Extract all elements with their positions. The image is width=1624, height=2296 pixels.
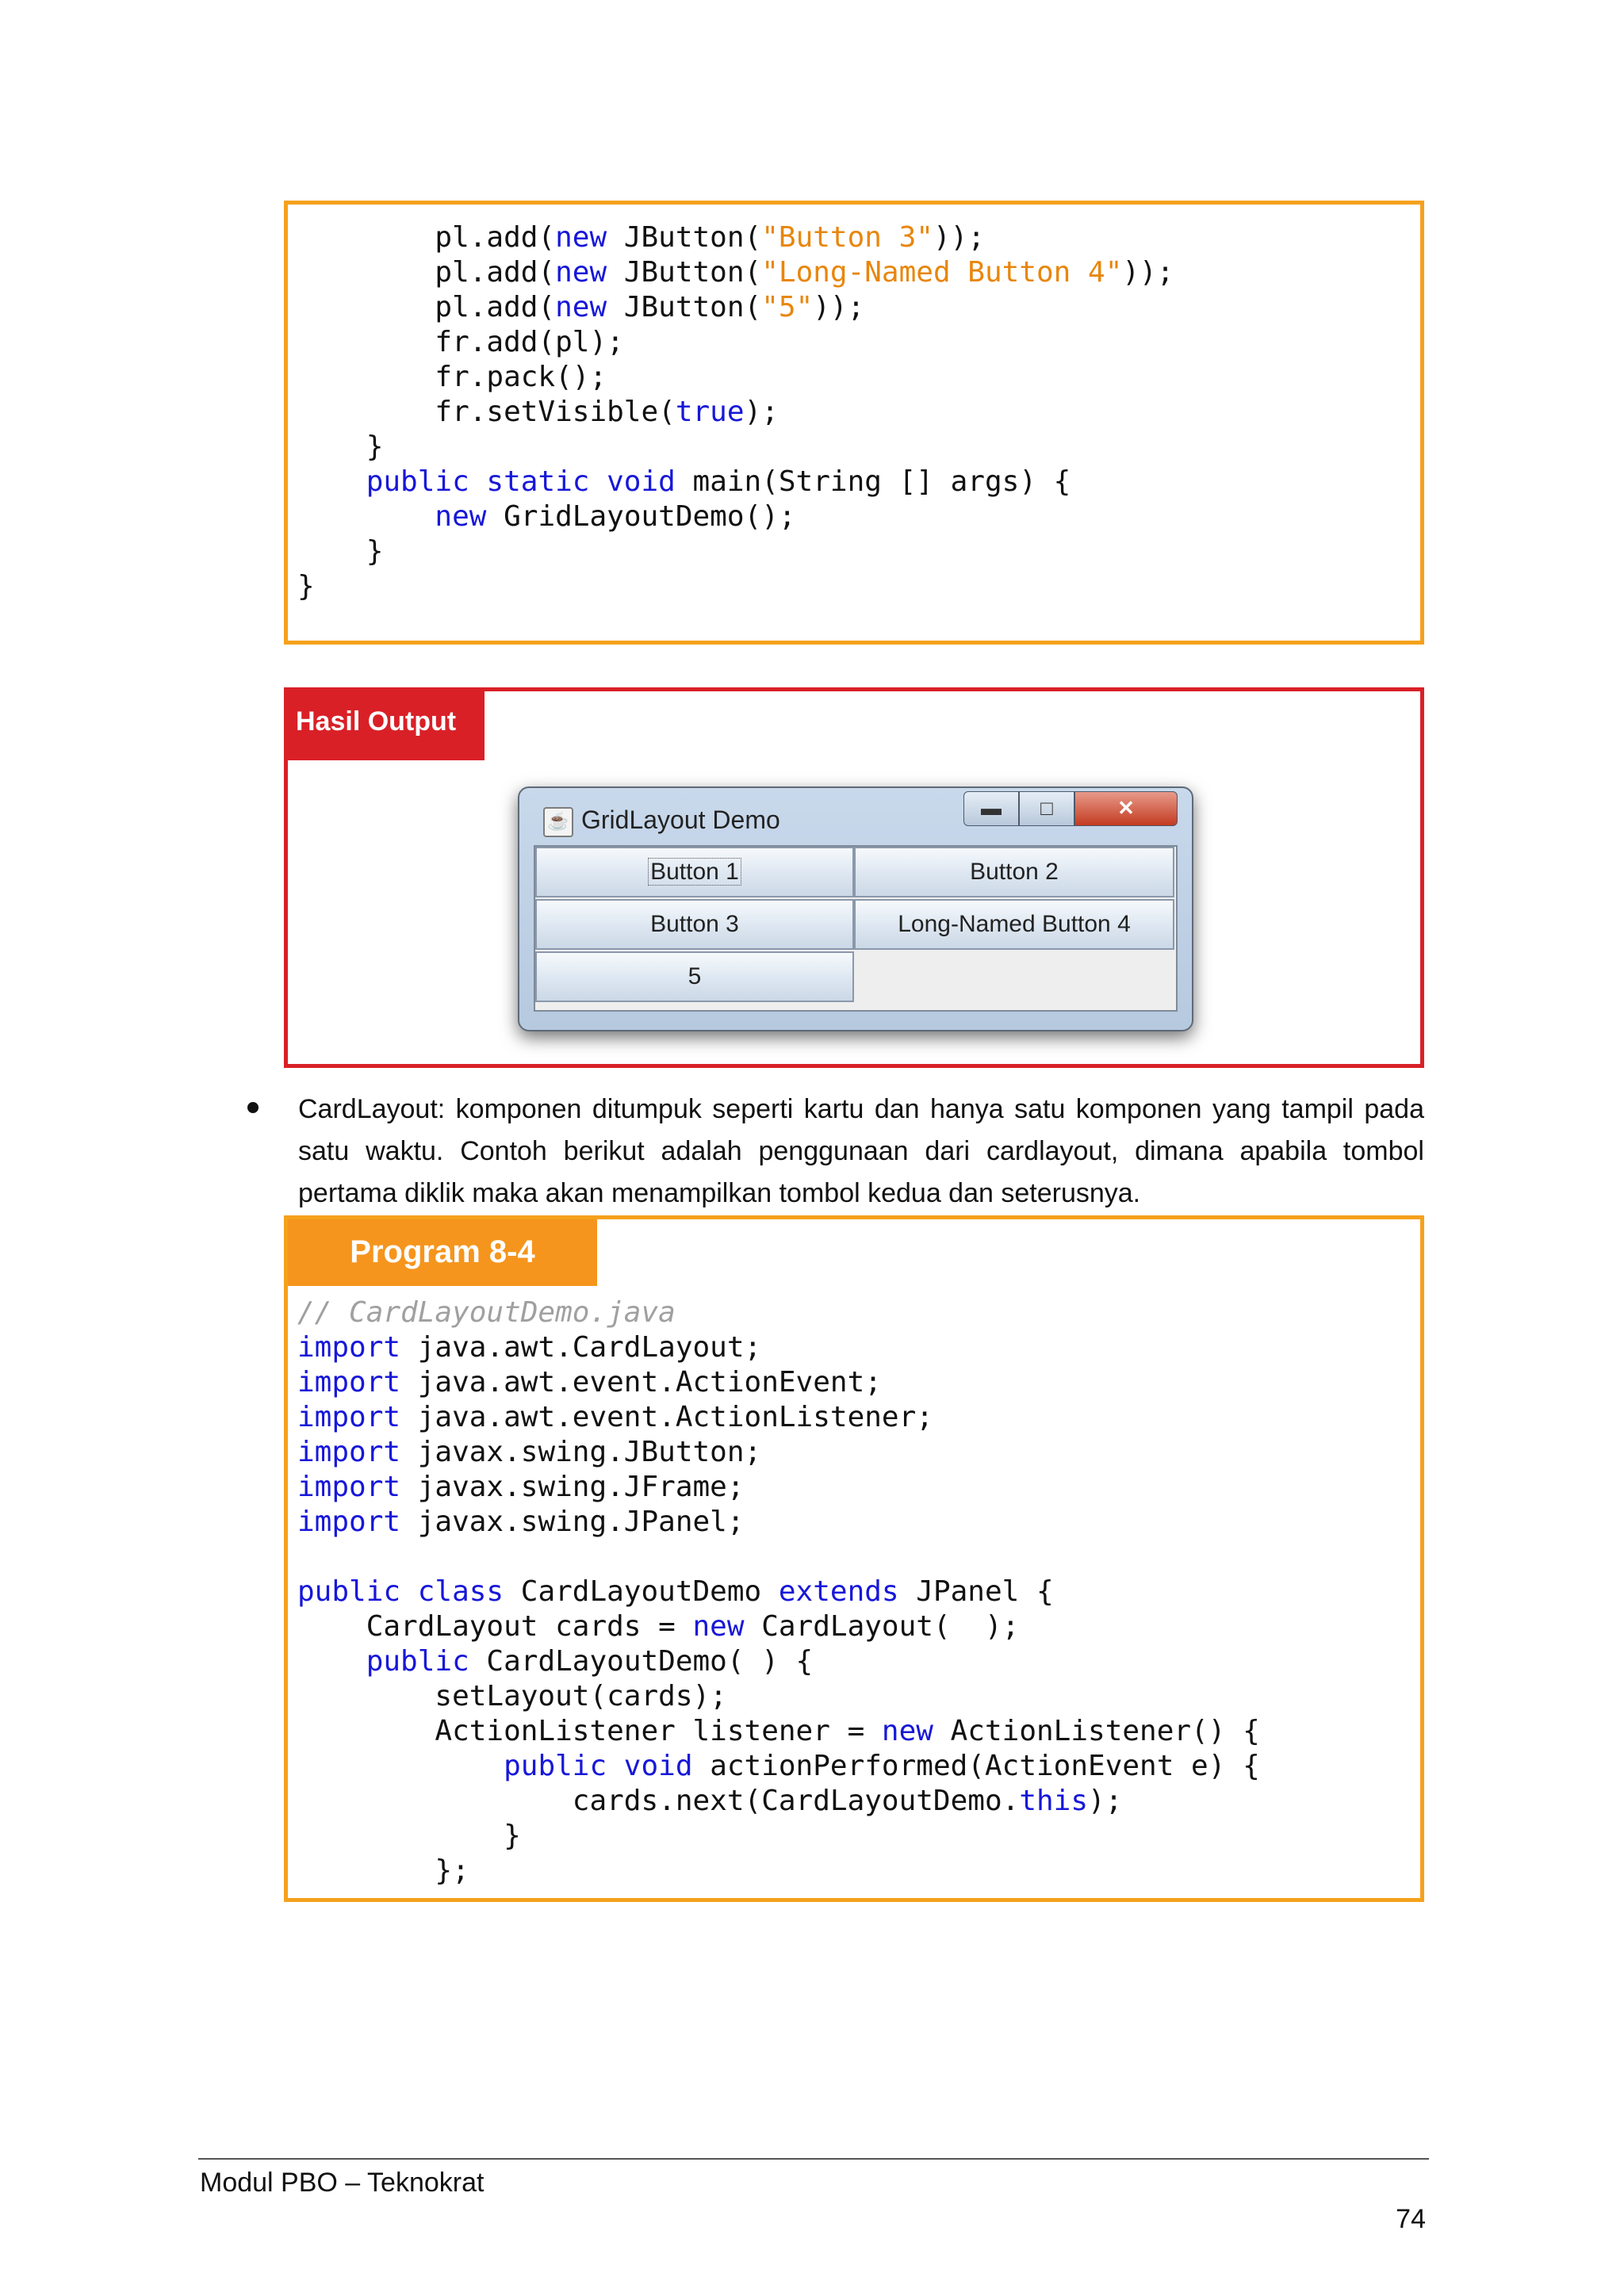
code-line: new GridLayoutDemo(); <box>435 500 796 533</box>
code-line: pl.add(new JButton("Button 3")); <box>297 221 985 254</box>
code-line: fr.setVisible(true); <box>297 396 779 428</box>
minimize-icon[interactable]: ▬ <box>963 791 1019 826</box>
java-app-icon: ☕ <box>543 807 573 837</box>
code-line: import javax.swing.JFrame; <box>297 1471 745 1503</box>
program-label: Program 8-4 <box>288 1219 597 1286</box>
program-8-4-box: Program 8-4 // CardLayoutDemo.java import… <box>284 1215 1424 1902</box>
button-1-label: Button 1 <box>648 858 741 886</box>
bullet-icon <box>247 1102 259 1113</box>
button-2[interactable]: Button 2 <box>854 847 1174 897</box>
bullet-text-line-1: CardLayout: komponen ditumpuk seperti ka… <box>298 1094 1424 1124</box>
gridlayout-demo-window: ☕ GridLayout Demo ▬ □ ✕ Button 1 Button … <box>518 786 1193 1031</box>
output-label: Hasil Output <box>288 691 485 760</box>
code-line: } <box>297 430 384 463</box>
code-line: public CardLayoutDemo( ) { <box>366 1645 814 1678</box>
code-line: public class CardLayoutDemo extends JPan… <box>297 1575 1054 1608</box>
code-line: } <box>297 570 315 603</box>
output-box: Hasil Output ☕ GridLayout Demo ▬ □ ✕ But… <box>284 687 1424 1068</box>
code-line: fr.add(pl); <box>297 326 624 358</box>
code-line: pl.add(new JButton("Long-Named Button 4"… <box>297 256 1174 289</box>
code-line: import javax.swing.JButton; <box>297 1436 762 1468</box>
code-line: public void actionPerformed(ActionEvent … <box>504 1750 1260 1782</box>
code-line: public static void main(String [] args) … <box>366 465 1071 498</box>
button-3[interactable]: Button 3 <box>535 899 854 950</box>
program-code-text: // CardLayoutDemo.java import java.awt.Ca… <box>297 1295 1260 1888</box>
close-icon[interactable]: ✕ <box>1074 791 1178 826</box>
bullet-text-line-3: pertama diklik maka akan menampilkan tom… <box>298 1178 1141 1208</box>
code-block-continuation: pl.add(new JButton("Button 3")); pl.add(… <box>284 201 1424 645</box>
code-line: } <box>297 1820 521 1852</box>
footer-title: Modul PBO – Teknokrat <box>200 2168 485 2198</box>
grid-panel: Button 1 Button 2 Button 3 Long-Named Bu… <box>534 845 1178 1012</box>
code-line: cards.next(CardLayoutDemo.this); <box>297 1785 1123 1817</box>
window-title: GridLayout Demo <box>581 806 780 834</box>
code-line: }; <box>297 1854 469 1887</box>
code-line: import javax.swing.JPanel; <box>297 1506 745 1538</box>
code-line: } <box>297 535 384 568</box>
bullet-text-line-2: satu waktu. Contoh berikut adalah penggu… <box>298 1136 1424 1166</box>
maximize-icon[interactable]: □ <box>1019 791 1074 826</box>
code-line: import java.awt.CardLayout; <box>297 1331 762 1364</box>
button-long-named-4[interactable]: Long-Named Button 4 <box>854 899 1174 950</box>
page-number: 74 <box>1396 2204 1426 2234</box>
code-line: fr.pack(); <box>297 361 607 393</box>
code-line: pl.add(new JButton("5")); <box>297 291 865 323</box>
code-line: import java.awt.event.ActionEvent; <box>297 1366 882 1399</box>
code-text: pl.add(new JButton("Button 3")); pl.add(… <box>297 220 1174 604</box>
code-line: ActionListener listener = new ActionList… <box>297 1715 1260 1747</box>
code-line: CardLayout cards = new CardLayout( ); <box>297 1610 1020 1643</box>
code-line: setLayout(cards); <box>297 1680 727 1712</box>
footer-divider <box>198 2158 1429 2160</box>
button-1[interactable]: Button 1 <box>535 847 854 897</box>
button-5[interactable]: 5 <box>535 951 854 1002</box>
code-line: // CardLayoutDemo.java <box>297 1296 676 1329</box>
code-line: import java.awt.event.ActionListener; <box>297 1401 933 1433</box>
